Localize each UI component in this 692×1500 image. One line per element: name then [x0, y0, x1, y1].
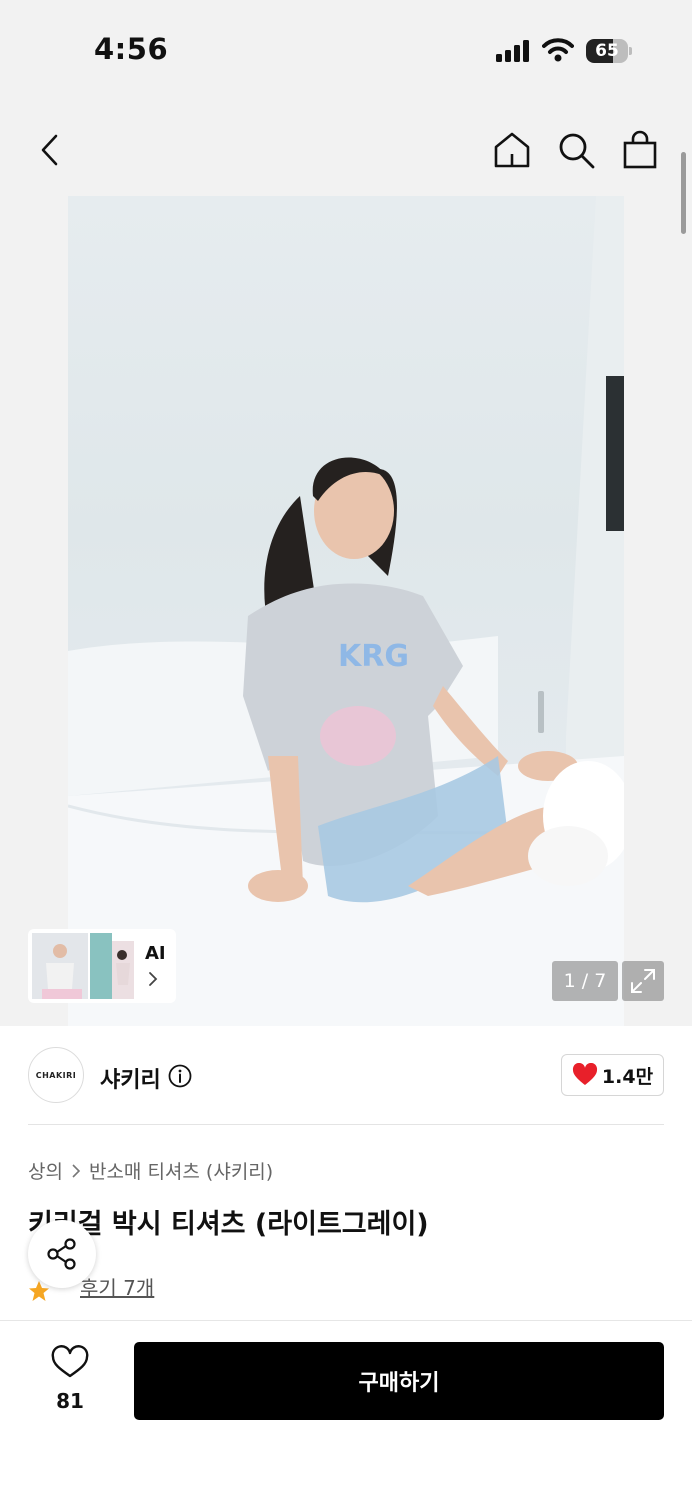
status-time: 4:56 — [94, 32, 169, 66]
chevron-left-icon — [41, 134, 58, 166]
share-icon — [47, 1238, 76, 1270]
share-button[interactable] — [28, 1220, 96, 1288]
wifi-icon — [542, 38, 574, 62]
brand-name[interactable]: 샤키리 — [100, 1062, 161, 1094]
shopping-bag-icon — [623, 130, 657, 169]
breadcrumb: 상의 반소매 티셔츠 (샤키리) — [28, 1157, 273, 1184]
brand-logo-text: CHAKIRI — [35, 1070, 77, 1080]
wishlist-button[interactable]: 81 — [40, 1345, 100, 1415]
wishlist-count: 81 — [56, 1389, 84, 1413]
expand-icon — [631, 969, 655, 993]
breadcrumb-category[interactable]: 상의 — [28, 1157, 63, 1184]
cellular-signal-icon — [496, 40, 529, 62]
top-nav — [0, 100, 692, 196]
brand-like-count: 1.4만 — [601, 1065, 654, 1088]
battery-percent: 65 — [595, 41, 619, 61]
breadcrumb-subcategory[interactable]: 반소매 티셔츠 (샤키리) — [89, 1157, 273, 1184]
ai-similar-thumbnail[interactable]: AI — [28, 929, 176, 1003]
expand-image-button[interactable] — [622, 961, 664, 1001]
heart-outline-icon — [51, 1345, 89, 1378]
shopping-bag-button[interactable] — [618, 128, 662, 172]
home-button[interactable] — [490, 128, 534, 172]
heart-filled-icon — [572, 1063, 597, 1085]
search-icon — [559, 133, 595, 169]
chevron-right-icon — [149, 972, 158, 986]
status-bar: 4:56 65 — [0, 0, 692, 100]
buy-button[interactable]: 구매하기 — [134, 1342, 664, 1420]
thumbnail-image — [32, 933, 134, 999]
chevron-right-icon — [72, 1163, 81, 1178]
review-link[interactable]: 후기 7개 — [80, 1272, 154, 1301]
ai-label: AI — [145, 943, 166, 964]
scrollbar-thumb[interactable] — [681, 152, 686, 234]
brand-like-button[interactable]: 1.4만 — [561, 1054, 664, 1096]
product-info: CHAKIRI 샤키리 1.4만 상의 반소매 티셔츠 (샤키리) 키리걸 박시… — [0, 1026, 692, 1320]
home-icon — [494, 132, 530, 168]
product-photo-illustration: KRG — [68, 196, 624, 1026]
bottom-action-bar: 81 구매하기 — [0, 1320, 692, 1500]
brand-logo[interactable]: CHAKIRI — [28, 1047, 84, 1103]
battery-indicator: 65 — [586, 39, 632, 63]
divider — [28, 1124, 664, 1125]
info-icon[interactable] — [168, 1064, 192, 1088]
image-page-counter: 1 / 7 — [552, 961, 618, 1001]
svg-text:KRG: KRG — [338, 639, 409, 674]
product-image[interactable]: KRG — [68, 196, 624, 1026]
search-button[interactable] — [554, 128, 598, 172]
back-button[interactable] — [30, 130, 70, 170]
